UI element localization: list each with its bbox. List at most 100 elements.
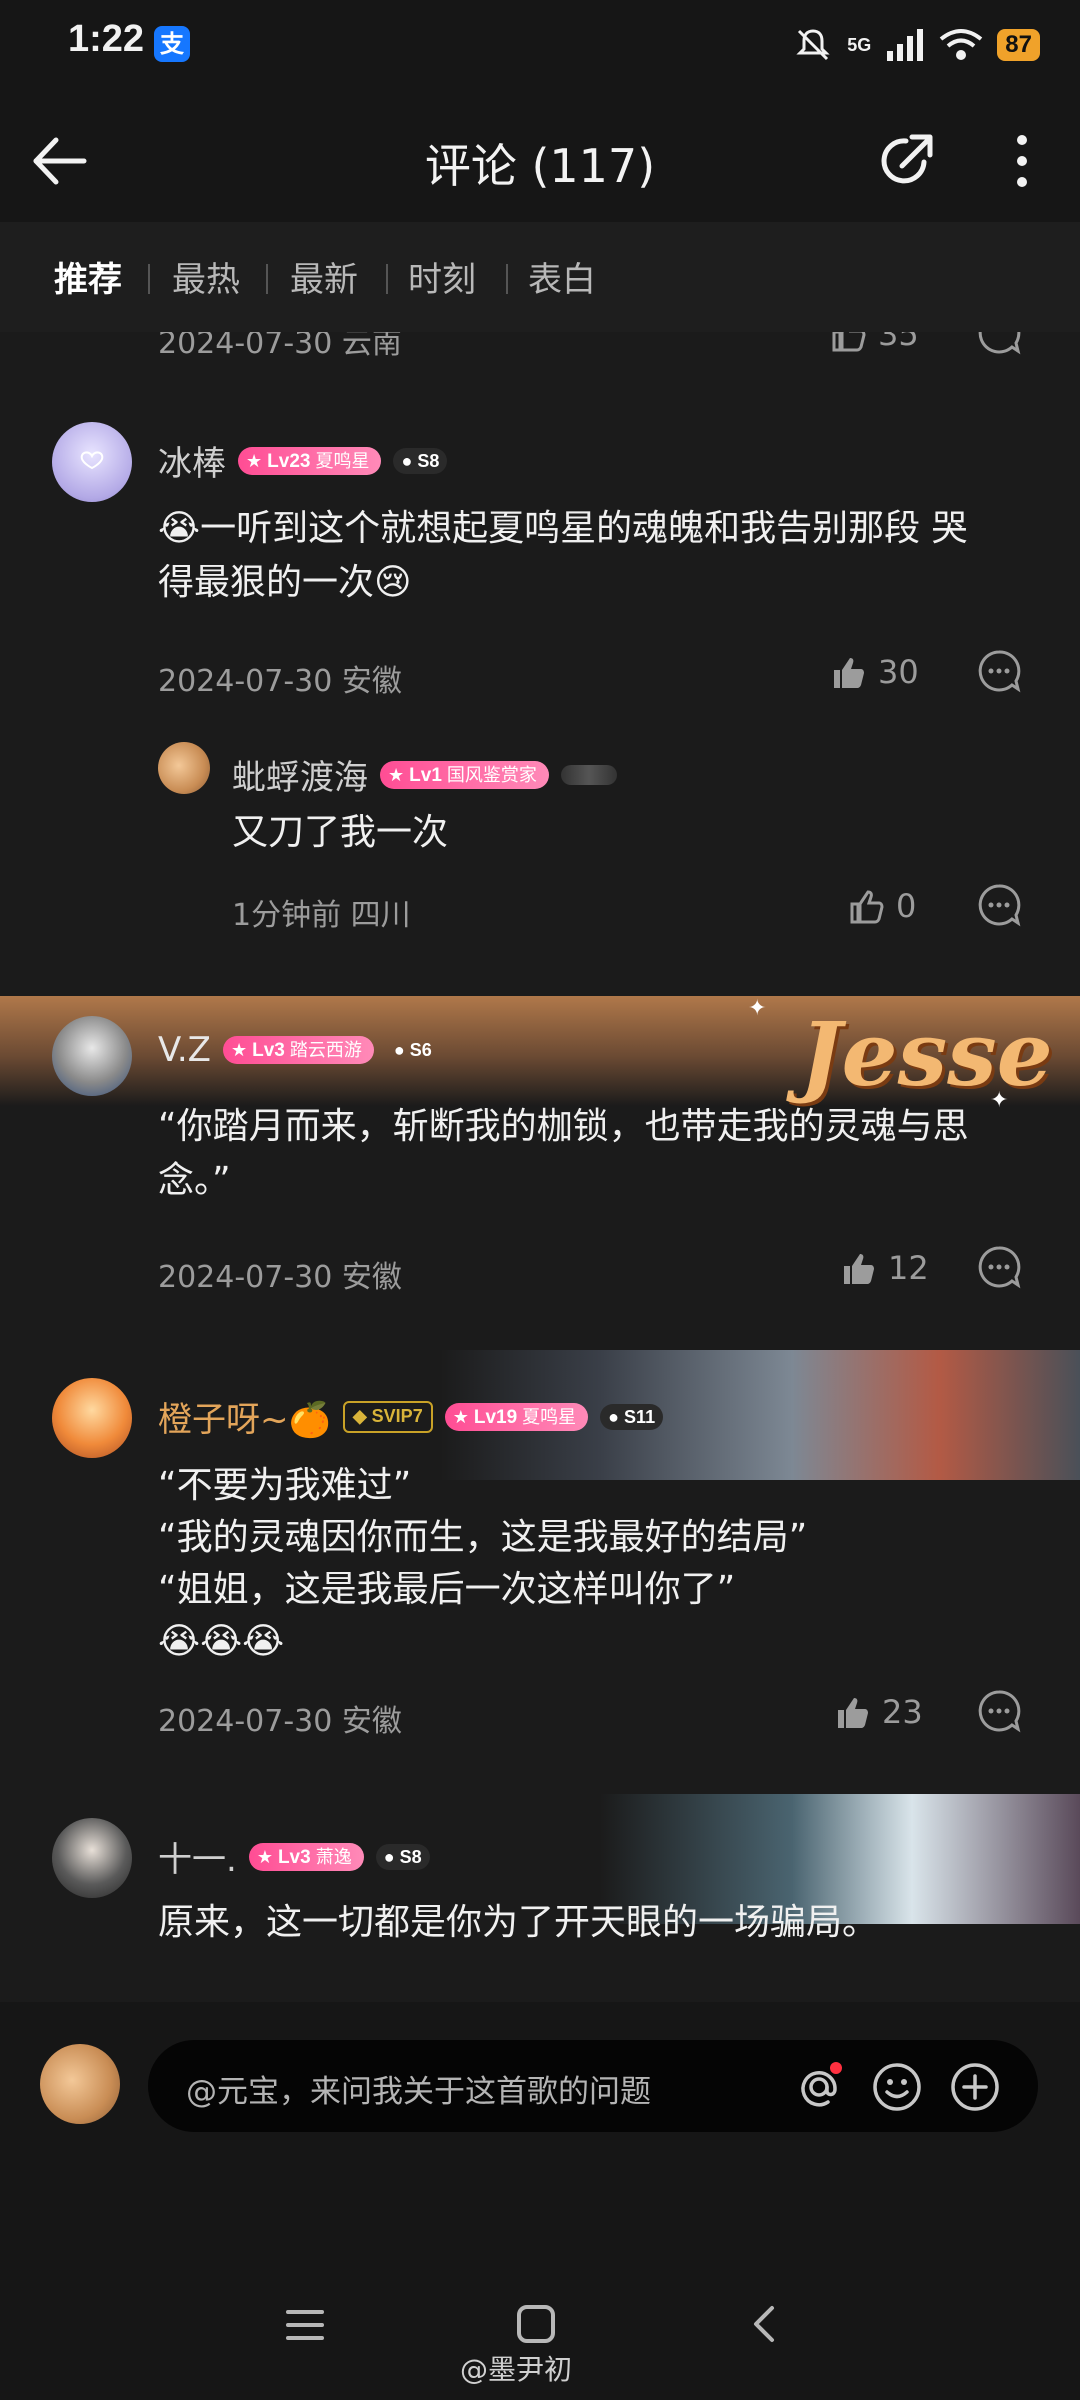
user-row: 蚍蜉渡海 ★ Lv1 国风鉴赏家 xyxy=(232,750,617,799)
reply-icon[interactable] xyxy=(976,1688,1022,1734)
comment-text: 原来，这一切都是你为了开天眼的一场骗局。 xyxy=(158,1902,879,1943)
top-app-bar: 评论 (117) xyxy=(0,92,1080,222)
season-label: S11 xyxy=(624,1406,656,1427)
comment-meta: 2024-07-30 云南 xyxy=(158,332,402,361)
level-title: 夏鸣星 xyxy=(315,450,370,471)
level-badge: ★ Lv3 踏云西游 xyxy=(222,1036,374,1064)
comment-text: “不要为我难过” “我的灵魂因你而生，这是我最好的结局” “姐姐，这是我最后一次… xyxy=(158,1460,1018,1668)
like-button[interactable]: 0 xyxy=(846,886,916,926)
username[interactable]: 橙子呀~🍊 xyxy=(158,1392,331,1441)
vip-label: SVIP7 xyxy=(371,1405,423,1426)
comment-meta: 2024-07-30 安徽 xyxy=(158,664,402,699)
level-number: Lv3 xyxy=(252,1040,285,1061)
comment-input[interactable]: @元宝，来问我关于这首歌的问题 xyxy=(148,2040,1038,2132)
more-options-icon[interactable] xyxy=(1000,126,1044,196)
tab-divider xyxy=(148,264,150,294)
decor-badge xyxy=(560,764,617,785)
season-label: S8 xyxy=(399,1846,422,1867)
mute-icon xyxy=(796,29,830,61)
thumbs-up-icon xyxy=(832,332,866,352)
level-title: 踏云西游 xyxy=(289,1040,362,1060)
avatar[interactable] xyxy=(52,1818,132,1898)
tab-confession[interactable]: 表白 xyxy=(528,252,596,301)
like-count: 0 xyxy=(896,887,917,925)
mention-icon[interactable] xyxy=(792,2060,846,2114)
season-label: S8 xyxy=(417,450,440,471)
input-placeholder: @元宝，来问我关于这首歌的问题 xyxy=(186,2074,651,2110)
like-button[interactable]: 12 xyxy=(838,1248,929,1288)
comment-line: “我的灵魂因你而生，这是我最好的结局” xyxy=(158,1517,808,1558)
status-bar: 1:22 支 5G 87 xyxy=(0,0,1080,92)
username[interactable]: 十一. xyxy=(158,1832,237,1881)
avatar[interactable] xyxy=(158,742,210,794)
level-badge: ★ Lv3 萧逸 xyxy=(248,1842,364,1871)
like-button[interactable]: 30 xyxy=(828,652,919,692)
add-icon[interactable] xyxy=(948,2060,1002,2114)
signal-icon xyxy=(887,29,924,61)
like-button[interactable]: 23 xyxy=(832,1692,923,1732)
network-label: 5G xyxy=(847,34,872,55)
season-badge: ● S8 xyxy=(393,447,448,474)
avatar[interactable] xyxy=(52,1016,132,1096)
reply-icon[interactable] xyxy=(976,882,1022,928)
share-icon[interactable] xyxy=(872,126,942,196)
comment-list[interactable]: 2024-07-30 云南 35 冰棒 ★ Lv23 夏鸣星 ● S8 😭一听到… xyxy=(0,332,1080,2002)
reply-icon[interactable] xyxy=(976,648,1022,694)
season-badge: ● S11 xyxy=(600,1403,664,1430)
comment-input-bar: @元宝，来问我关于这首歌的问题 xyxy=(0,2002,1080,2172)
level-number: Lv3 xyxy=(277,1846,311,1868)
tab-newest[interactable]: 最新 xyxy=(290,252,358,301)
home-icon[interactable] xyxy=(514,2302,558,2346)
user-row: 橙子呀~🍊 ◆ SVIP7 ★ Lv19 夏鸣星 ● S11 xyxy=(158,1392,664,1441)
like-count: 35 xyxy=(878,332,919,353)
tab-divider xyxy=(266,264,268,294)
emoji-icon[interactable] xyxy=(870,2060,924,2114)
comment-line: “不要为我难过” xyxy=(158,1465,412,1506)
thumbs-up-icon xyxy=(834,658,864,688)
level-title: 萧逸 xyxy=(315,1846,352,1867)
username[interactable]: 蚍蜉渡海 xyxy=(232,750,368,799)
comment-line: 😭一听到这个就想起夏鸣星的魂魄和我告别那段 哭 xyxy=(158,508,968,549)
watermark: @墨尹初 xyxy=(460,2353,573,2386)
comment-line: “你踏月而来，斩断我的枷锁，也带走我的灵魂与思 xyxy=(158,1106,969,1147)
comment-text: 😭一听到这个就想起夏鸣星的魂魄和我告别那段 哭 得最狠的一次😢 xyxy=(158,502,1018,610)
level-number: Lv19 xyxy=(473,1406,518,1428)
user-row: V.Z ★ Lv3 踏云西游 ● S6 xyxy=(158,1030,440,1070)
username[interactable]: 冰棒 xyxy=(158,436,226,485)
level-badge: ★ Lv1 国风鉴赏家 xyxy=(380,760,549,789)
username[interactable]: V.Z xyxy=(158,1030,211,1070)
sparkle-icon: ✦ xyxy=(748,996,767,1021)
tab-hottest[interactable]: 最热 xyxy=(172,252,240,301)
reply-icon[interactable] xyxy=(976,332,1022,356)
season-badge: ● S8 xyxy=(375,1843,430,1870)
level-title: 国风鉴赏家 xyxy=(446,764,537,785)
like-count: 30 xyxy=(878,653,919,691)
like-count: 12 xyxy=(888,1249,929,1287)
comment-line: 得最狠的一次😢 xyxy=(158,562,412,603)
comment-meta: 2024-07-30 安徽 xyxy=(158,1260,402,1295)
comment-meta: 2024-07-30 安徽 xyxy=(158,1704,402,1739)
comment-text: “你踏月而来，斩断我的枷锁，也带走我的灵魂与思 念。” xyxy=(158,1100,1018,1208)
back-icon[interactable] xyxy=(744,2302,784,2346)
decor-signature: Jesse xyxy=(800,1002,1053,1106)
like-button[interactable]: 35 xyxy=(828,332,919,354)
my-avatar[interactable] xyxy=(40,2044,120,2124)
tab-moments[interactable]: 时刻 xyxy=(408,252,476,301)
avatar[interactable] xyxy=(52,422,132,502)
recent-apps-icon[interactable] xyxy=(284,2304,326,2346)
avatar[interactable] xyxy=(52,1378,132,1458)
battery-indicator: 87 xyxy=(997,29,1040,61)
comment-item: 十一. ★ Lv3 萧逸 ● S8 原来，这一切都是你为了开天眼的一场骗局。 xyxy=(0,1794,1080,2002)
tab-divider xyxy=(386,264,388,294)
level-badge: ★ Lv19 夏鸣星 xyxy=(444,1402,589,1431)
heart-icon xyxy=(80,451,104,470)
tab-recommended[interactable]: 推荐 xyxy=(54,252,122,301)
comment-line: 😭😭😭 xyxy=(158,1621,285,1662)
level-number: Lv23 xyxy=(267,450,311,472)
status-icons: 5G 87 xyxy=(793,20,1040,70)
user-row: 冰棒 ★ Lv23 夏鸣星 ● S8 xyxy=(158,436,448,485)
sort-tabs: 推荐 最热 最新 时刻 表白 xyxy=(0,222,1080,332)
reply-icon[interactable] xyxy=(976,1244,1022,1290)
level-badge: ★ Lv23 夏鸣星 xyxy=(238,446,382,475)
system-nav-bar: @墨尹初 xyxy=(0,2172,1080,2400)
